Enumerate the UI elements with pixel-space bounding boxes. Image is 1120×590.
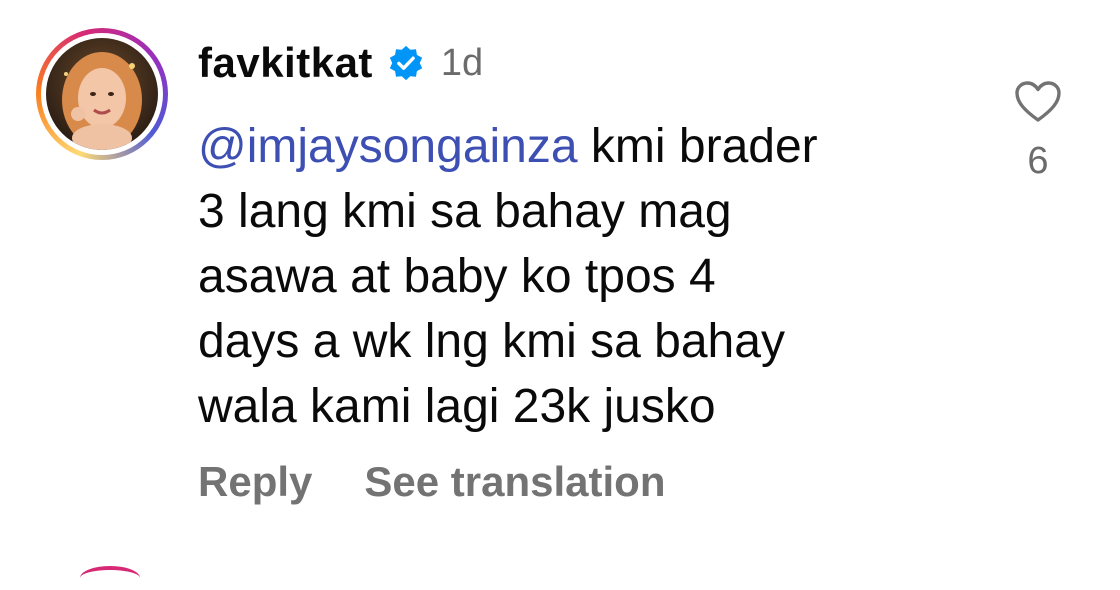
reply-button[interactable]: Reply [198,458,312,506]
comment-text: @imjaysongainza kmi brader 3 lang kmi sa… [198,114,958,439]
avatar[interactable] [46,38,158,150]
comment: favkitkat 1d @imjaysongainza kmi brader … [0,0,1120,573]
username[interactable]: favkitkat [198,39,373,87]
see-translation-button[interactable]: See translation [364,458,665,506]
avatar-image [46,38,158,150]
story-ring[interactable] [36,28,168,160]
comment-line: days a wk lng kmi sa bahay [198,315,785,368]
comment-actions: Reply See translation [198,458,665,506]
comment-line: asawa at baby ko tpos 4 [198,250,716,303]
comment-line: @imjaysongainza kmi brader [198,114,958,179]
mention-link[interactable]: @imjaysongainza [198,120,578,173]
like-control: 6 [1012,80,1064,183]
verified-badge-icon [389,45,423,81]
comment-line: 3 lang kmi sa bahay mag [198,185,732,238]
comment-line: wala kami lagi 23k jusko [198,380,716,433]
comment-time: 1d [440,41,484,84]
heart-outline-icon[interactable] [1014,80,1062,124]
like-count: 6 [1027,140,1049,182]
comment-header: favkitkat 1d [198,38,483,88]
comment-line-text: kmi brader [577,120,818,173]
next-comment-avatar-edge [80,566,140,590]
